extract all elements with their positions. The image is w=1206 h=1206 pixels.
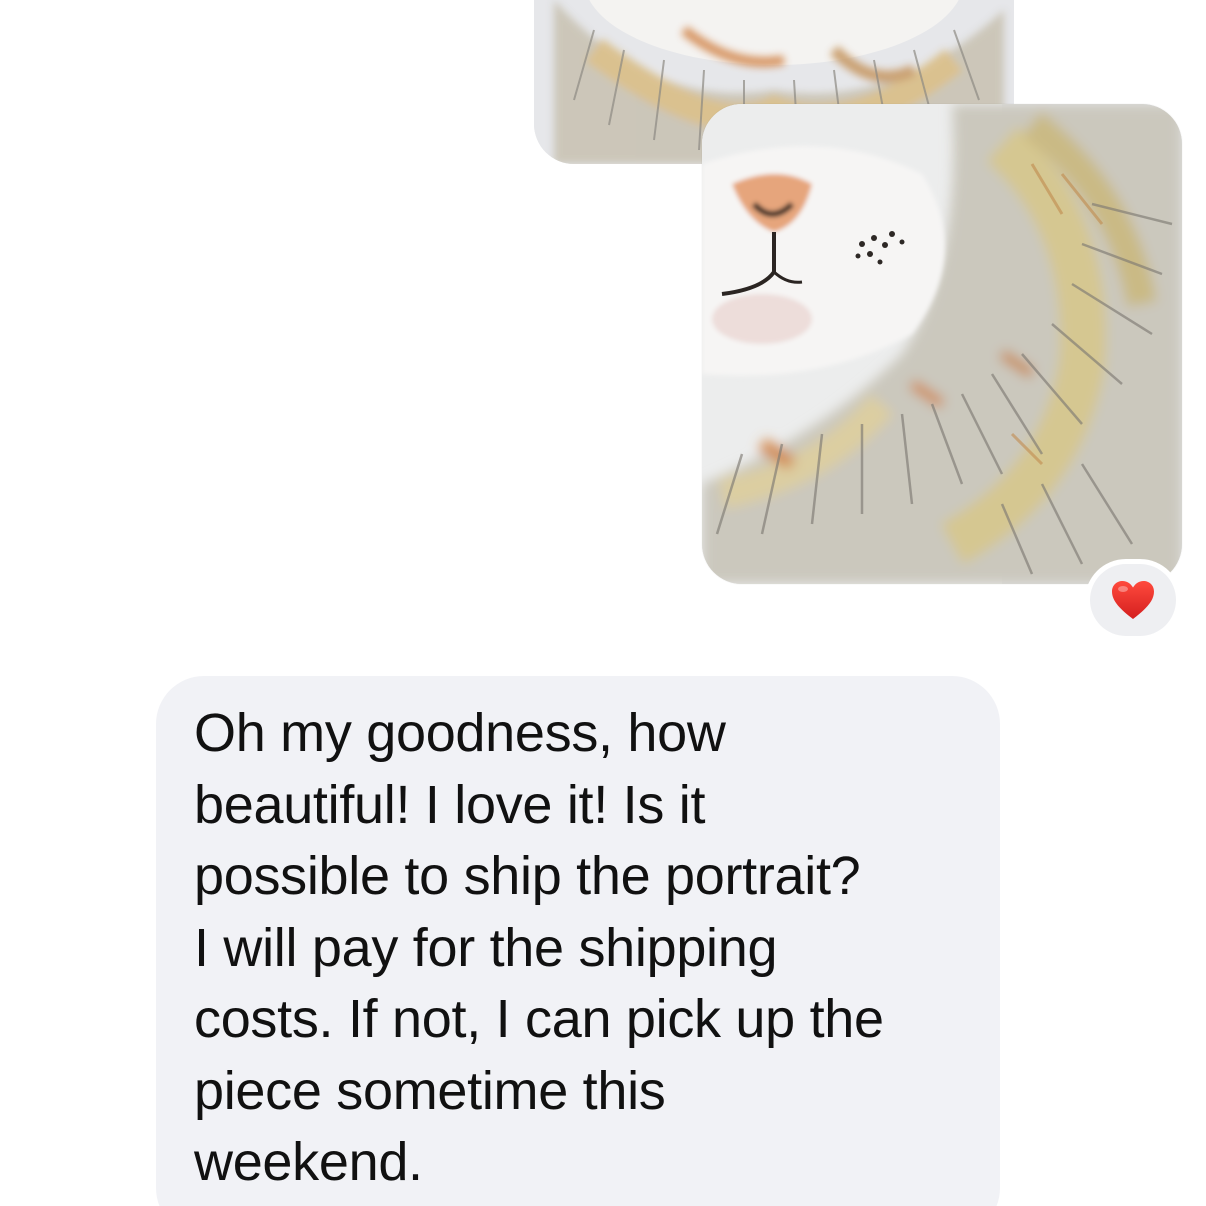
photo-attachment-main[interactable]: [702, 104, 1182, 584]
message-line: I will pay for the shipping: [194, 917, 778, 978]
reaction-badge[interactable]: [1090, 564, 1176, 636]
message-line: costs. If not, I can pick up the: [194, 989, 884, 1049]
watercolor-painting-image: [702, 104, 1182, 584]
message-line: weekend.: [194, 1132, 423, 1192]
message-line: beautiful! I love it! Is it: [194, 774, 706, 835]
message-line: Oh my goodness, how: [194, 703, 726, 763]
incoming-message-bubble[interactable]: Oh my goodness, how beautiful! I love it…: [156, 676, 1000, 1206]
heart-icon: [1112, 581, 1154, 619]
message-thread: Oh my goodness, how beautiful! I love it…: [0, 0, 1206, 1206]
message-line: possible to ship the portrait?: [194, 846, 861, 906]
message-line: piece sometime this: [194, 1060, 666, 1121]
message-text: Oh my goodness, how beautiful! I love it…: [194, 698, 970, 1199]
